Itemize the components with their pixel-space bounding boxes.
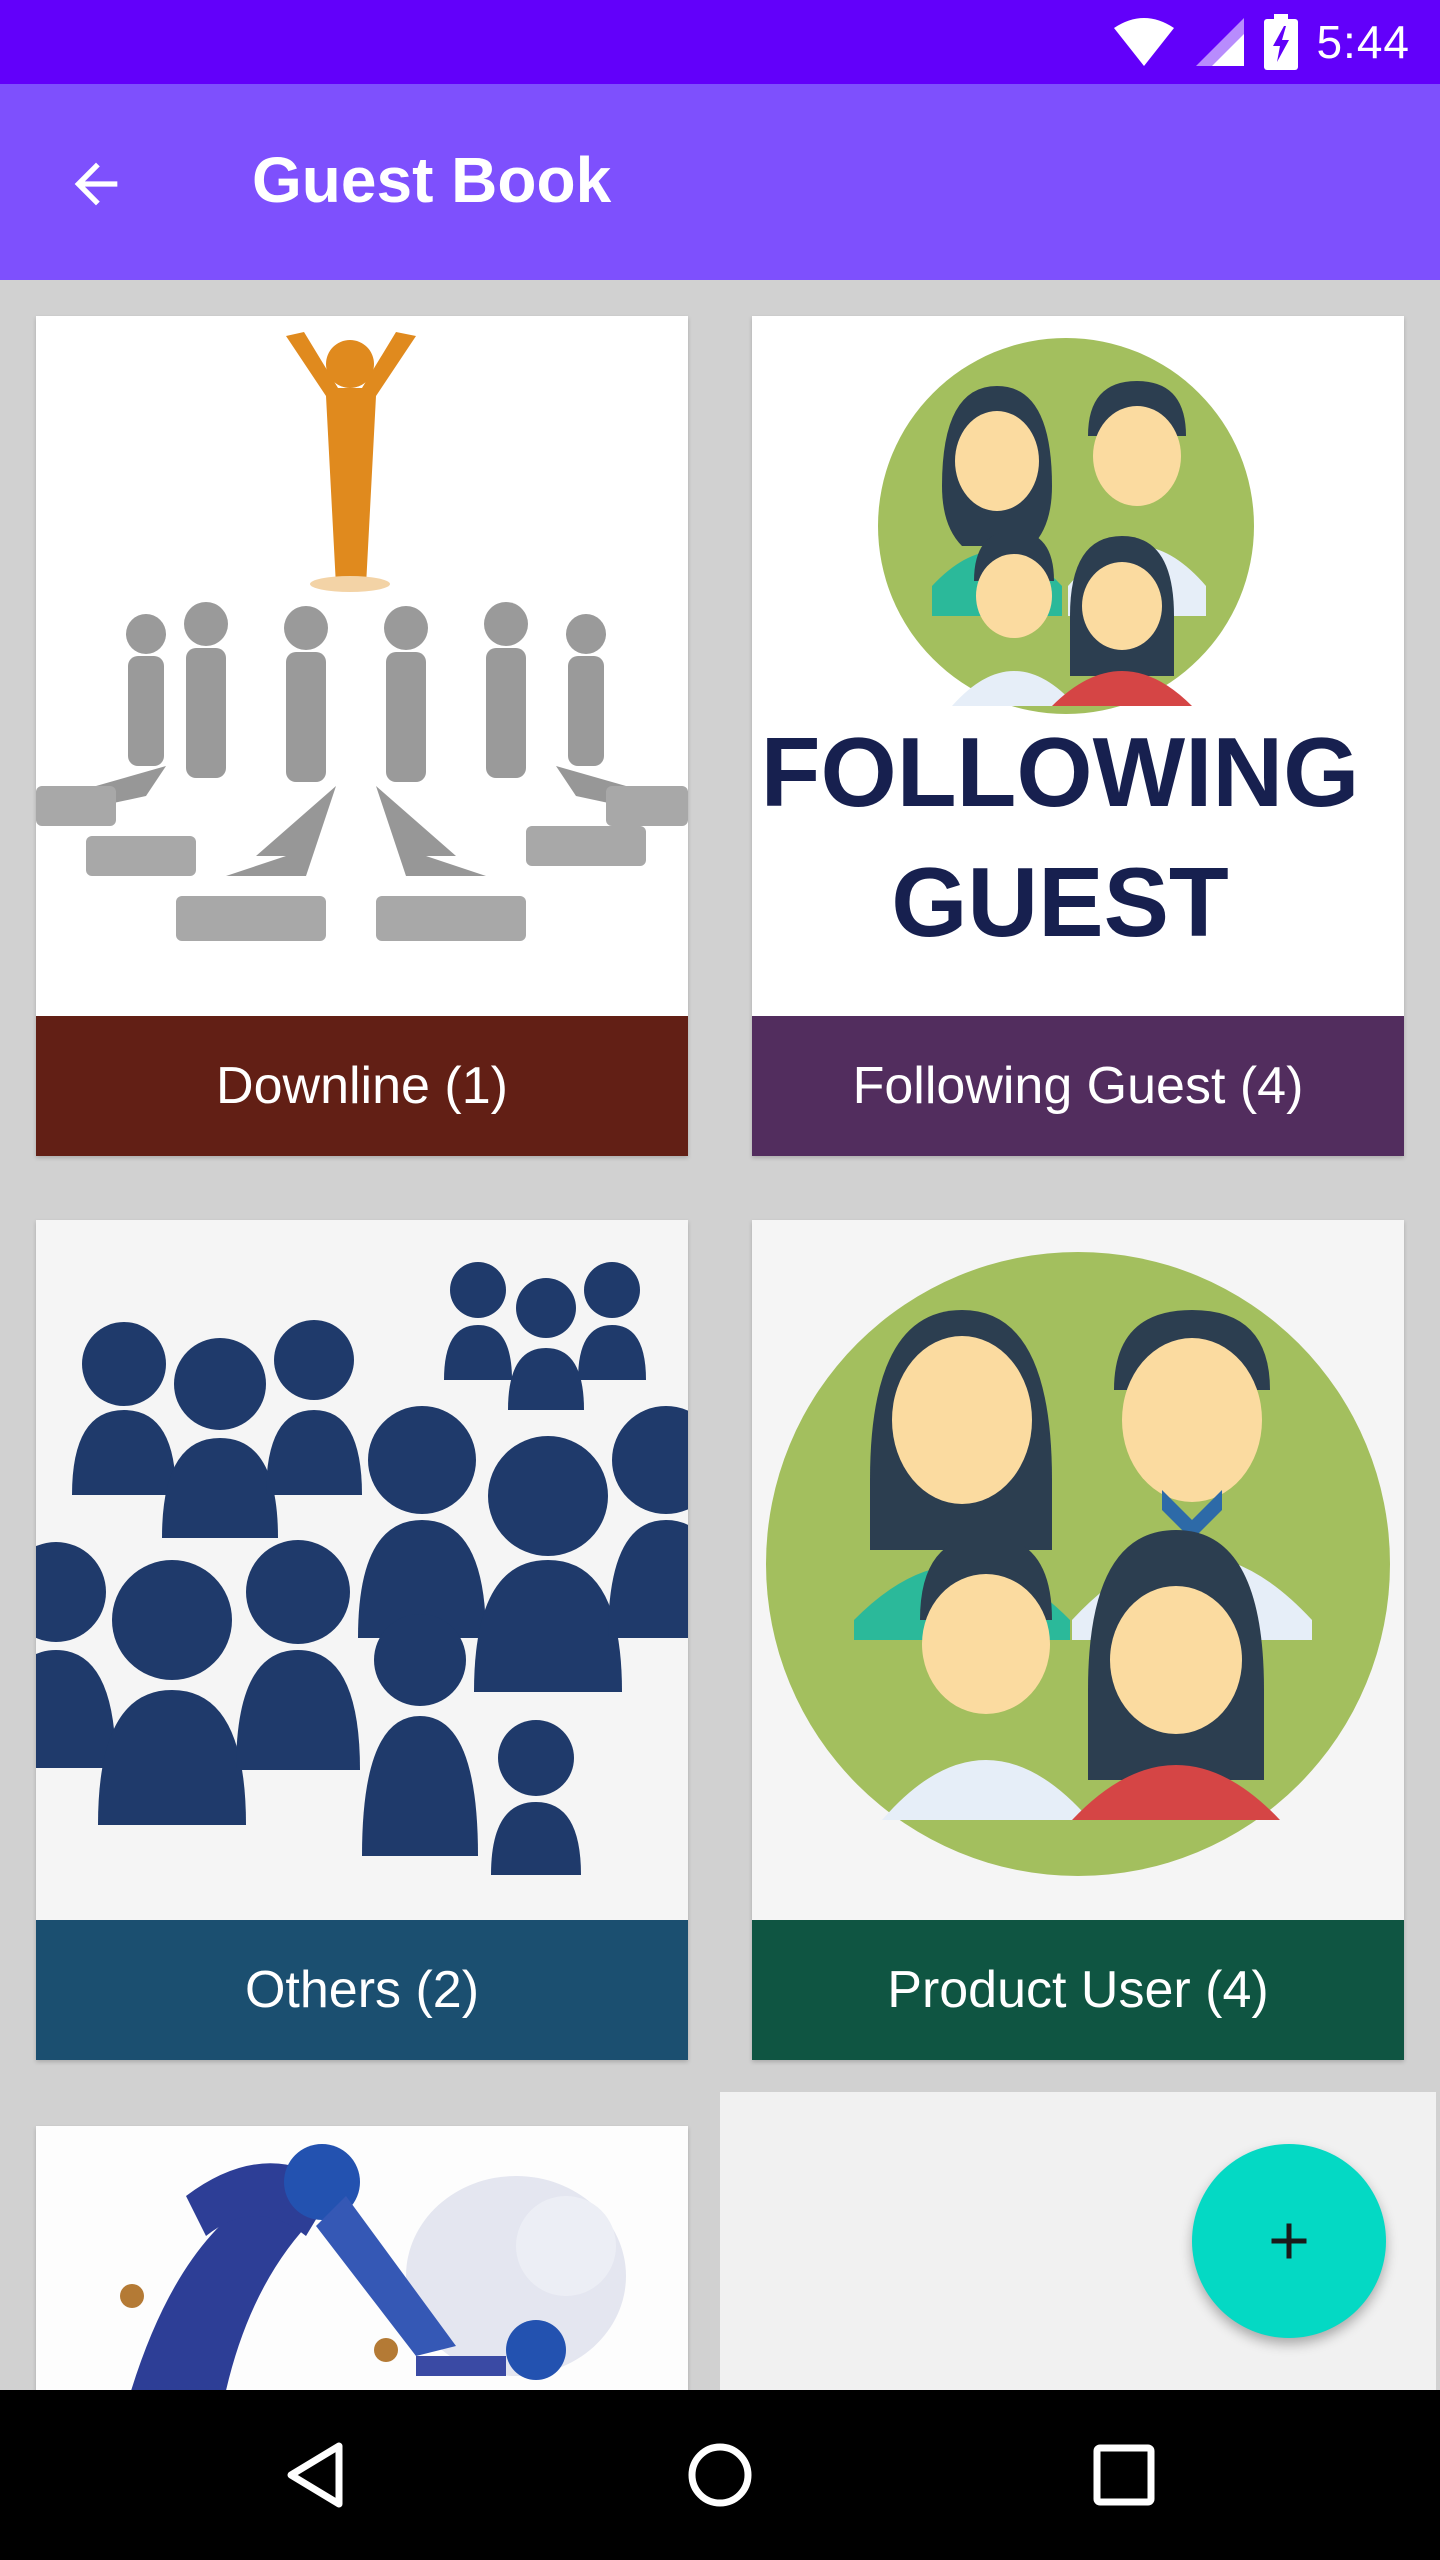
signal-icon (1196, 18, 1245, 66)
downline-label: Downline (1) (36, 1016, 688, 1156)
downline-image (36, 316, 688, 1016)
back-triangle-icon (287, 2442, 343, 2508)
image-text-guest: GUEST (891, 847, 1229, 957)
status-time: 5:44 (1316, 16, 1410, 68)
guest-book-grid[interactable]: Downline (1) FOLLOWING GUEST Following G… (0, 280, 1440, 2390)
following-guest-card[interactable]: FOLLOWING GUEST Following Guest (4) (752, 316, 1404, 1156)
partial-card-image (36, 2126, 688, 2390)
others-image (36, 1220, 688, 1920)
page-title: Guest Book (252, 144, 612, 216)
others-label: Others (2) (36, 1920, 688, 2060)
wifi-icon (1114, 18, 1175, 66)
partial-card[interactable] (36, 2126, 688, 2390)
app-bar: Guest Book (0, 84, 1440, 280)
product-user-card[interactable]: Product User (4) (752, 1220, 1404, 2060)
system-nav-bar (0, 2390, 1440, 2560)
recents-square-icon (1093, 2444, 1155, 2506)
downline-card[interactable]: Downline (1) (36, 316, 688, 1156)
following-guest-label: Following Guest (4) (752, 1016, 1404, 1156)
arrow-back-icon (74, 162, 118, 206)
following-guest-image: FOLLOWING GUEST (752, 316, 1404, 1016)
plus-icon (1271, 2223, 1307, 2259)
product-user-label: Product User (4) (752, 1920, 1404, 2060)
product-user-image (752, 1220, 1404, 1920)
status-icons: 5:44 (1112, 10, 1410, 74)
nav-back-button[interactable] (266, 2425, 366, 2525)
nav-recents-button[interactable] (1074, 2425, 1174, 2525)
image-text-following: FOLLOWING (761, 717, 1360, 827)
status-bar: 5:44 (0, 0, 1440, 84)
home-circle-icon (688, 2443, 752, 2507)
back-button[interactable] (46, 134, 146, 234)
others-card[interactable]: Others (2) (36, 1220, 688, 2060)
add-guest-button[interactable] (1192, 2144, 1386, 2338)
nav-home-button[interactable] (670, 2425, 770, 2525)
battery-icon (1264, 14, 1299, 70)
